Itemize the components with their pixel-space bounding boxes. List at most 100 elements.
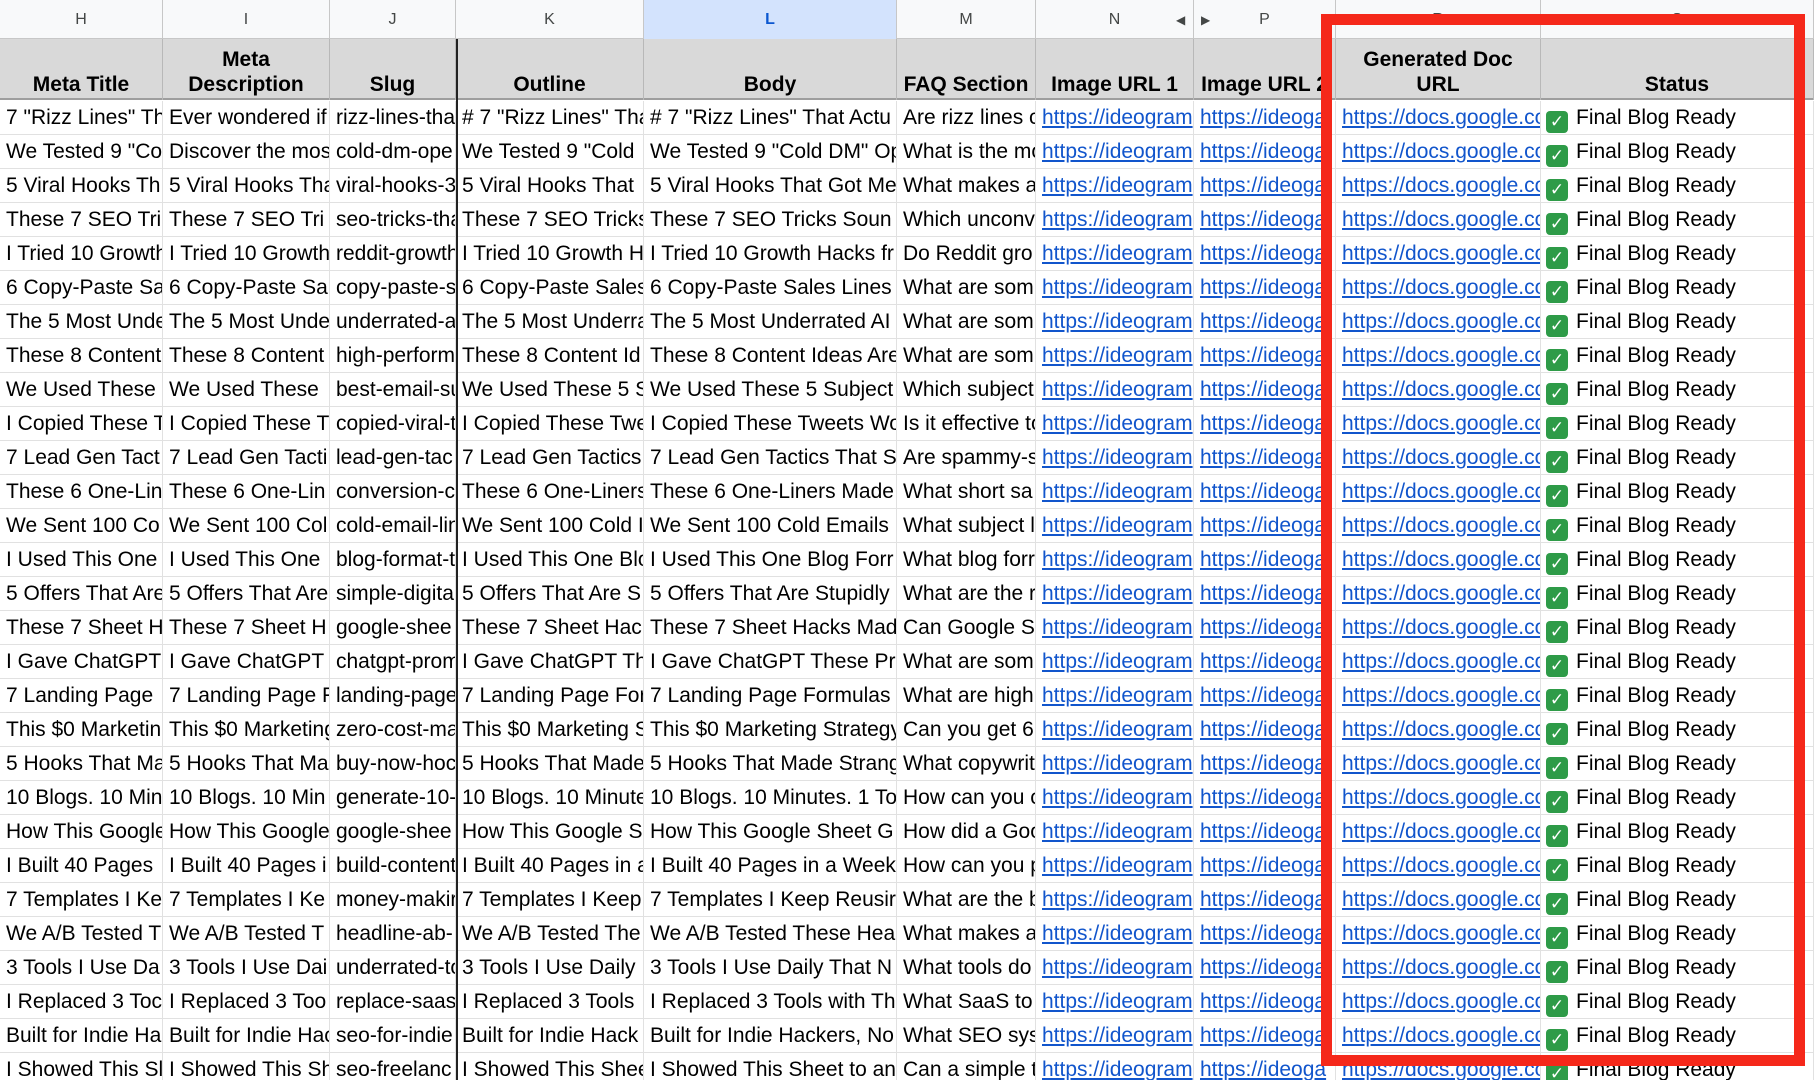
cell[interactable]: I Replaced 3 Tools with Th — [644, 985, 897, 1019]
cell[interactable]: The 5 Most Unde — [0, 305, 163, 339]
link-cell[interactable]: https://ideogram — [1036, 373, 1194, 407]
status-cell[interactable]: ✓ Final Blog Ready — [1541, 747, 1814, 781]
cell[interactable]: These 7 SEO Tri — [163, 203, 330, 237]
column-letter-h[interactable]: H — [0, 0, 163, 39]
cell[interactable]: 5 Offers That Are Stupidly — [644, 577, 897, 611]
cell[interactable]: What is the mo — [897, 135, 1036, 169]
cell[interactable]: I Built 40 Pages in a — [456, 849, 644, 883]
link-cell[interactable]: https://docs.google.co — [1336, 1053, 1541, 1080]
link-cell[interactable]: https://ideogram — [1036, 849, 1194, 883]
cell[interactable]: Built for Indie Hac — [163, 1019, 330, 1053]
cell[interactable]: Discover the mos — [163, 135, 330, 169]
cell[interactable]: I Built 40 Pages — [0, 849, 163, 883]
cell[interactable]: These 7 Sheet H — [0, 611, 163, 645]
cell[interactable]: Ever wondered if — [163, 101, 330, 135]
status-cell[interactable]: ✓ Final Blog Ready — [1541, 781, 1814, 815]
cell[interactable]: # 7 "Rizz Lines" That Actu — [644, 101, 897, 135]
link-cell[interactable]: https://ideoga — [1194, 883, 1336, 917]
status-cell[interactable]: ✓ Final Blog Ready — [1541, 611, 1814, 645]
cell[interactable]: chatgpt-prom — [330, 645, 456, 679]
link-cell[interactable]: https://ideoga — [1194, 509, 1336, 543]
cell[interactable]: viral-hooks-3 — [330, 169, 456, 203]
header-image-url-2[interactable]: Image URL 2 — [1194, 39, 1336, 100]
column-letter-r[interactable]: R — [1336, 0, 1541, 39]
link-cell[interactable]: https://ideoga — [1194, 543, 1336, 577]
link-cell[interactable]: https://ideogram — [1036, 951, 1194, 985]
link-cell[interactable]: https://docs.google.co — [1336, 577, 1541, 611]
status-cell[interactable]: ✓ Final Blog Ready — [1541, 883, 1814, 917]
cell[interactable]: What short sa — [897, 475, 1036, 509]
cell[interactable]: copy-paste-s — [330, 271, 456, 305]
cell[interactable]: zero-cost-ma — [330, 713, 456, 747]
cell[interactable]: I Replaced 3 Too — [163, 985, 330, 1019]
cell[interactable]: What are som — [897, 271, 1036, 305]
cell[interactable]: 5 Viral Hooks Th — [0, 169, 163, 203]
link-cell[interactable]: https://ideogram — [1036, 611, 1194, 645]
link-cell[interactable]: https://ideogram — [1036, 781, 1194, 815]
link-cell[interactable]: https://ideogram — [1036, 407, 1194, 441]
cell[interactable]: I Used This One — [163, 543, 330, 577]
cell[interactable]: 5 Viral Hooks That — [456, 169, 644, 203]
cell[interactable]: simple-digita — [330, 577, 456, 611]
cell[interactable]: seo-for-indie — [330, 1019, 456, 1053]
cell[interactable]: 3 Tools I Use Dai — [163, 951, 330, 985]
cell[interactable]: What are the r — [897, 577, 1036, 611]
cell[interactable]: What are high — [897, 679, 1036, 713]
link-cell[interactable]: https://ideoga — [1194, 985, 1336, 1019]
link-cell[interactable]: https://docs.google.co — [1336, 101, 1541, 135]
cell[interactable]: I Showed This Shee — [456, 1053, 644, 1080]
cell[interactable]: 7 Templates I Ke — [163, 883, 330, 917]
header-body[interactable]: Body — [644, 39, 897, 100]
status-cell[interactable]: ✓ Final Blog Ready — [1541, 577, 1814, 611]
link-cell[interactable]: https://docs.google.co — [1336, 611, 1541, 645]
link-cell[interactable]: https://docs.google.co — [1336, 169, 1541, 203]
link-cell[interactable]: https://ideoga — [1194, 373, 1336, 407]
link-cell[interactable]: https://ideoga — [1194, 237, 1336, 271]
link-cell[interactable]: https://ideoga — [1194, 1053, 1336, 1080]
link-cell[interactable]: https://ideogram — [1036, 475, 1194, 509]
cell[interactable]: I Copied These Twe — [456, 407, 644, 441]
cell[interactable]: The 5 Most Underrated AI — [644, 305, 897, 339]
link-cell[interactable]: https://ideoga — [1194, 475, 1336, 509]
cell[interactable]: Can you get 6 — [897, 713, 1036, 747]
link-cell[interactable]: https://ideoga — [1194, 611, 1336, 645]
cell[interactable]: These 6 One-Lin — [0, 475, 163, 509]
cell[interactable]: These 8 Content — [163, 339, 330, 373]
cell[interactable]: This $0 Marketing — [163, 713, 330, 747]
status-cell[interactable]: ✓ Final Blog Ready — [1541, 985, 1814, 1019]
status-cell[interactable]: ✓ Final Blog Ready — [1541, 203, 1814, 237]
status-cell[interactable]: ✓ Final Blog Ready — [1541, 951, 1814, 985]
cell[interactable]: These 6 One-Lin — [163, 475, 330, 509]
column-letter-k[interactable]: K — [456, 0, 644, 39]
link-cell[interactable]: https://docs.google.co — [1336, 509, 1541, 543]
cell[interactable]: seo-freelanc — [330, 1053, 456, 1080]
cell[interactable]: 5 Offers That Are S — [456, 577, 644, 611]
link-cell[interactable]: https://ideogram — [1036, 169, 1194, 203]
cell[interactable]: Which subject — [897, 373, 1036, 407]
cell[interactable]: I Showed This Sheet to an — [644, 1053, 897, 1080]
link-cell[interactable]: https://docs.google.co — [1336, 203, 1541, 237]
link-cell[interactable]: https://ideoga — [1194, 917, 1336, 951]
cell[interactable]: We Sent 100 Co — [0, 509, 163, 543]
cell[interactable]: These 7 Sheet Hac — [456, 611, 644, 645]
cell[interactable]: I Copied These T — [163, 407, 330, 441]
link-cell[interactable]: https://ideoga — [1194, 339, 1336, 373]
link-cell[interactable]: https://ideogram — [1036, 339, 1194, 373]
cell[interactable]: underrated-a — [330, 305, 456, 339]
header-image-url-1[interactable]: Image URL 1 — [1036, 39, 1194, 100]
cell[interactable]: 10 Blogs. 10 Minute — [456, 781, 644, 815]
header-generated-doc-url[interactable]: Generated Doc URL — [1336, 39, 1541, 100]
status-cell[interactable]: ✓ Final Blog Ready — [1541, 1019, 1814, 1053]
cell[interactable]: replace-saas — [330, 985, 456, 1019]
cell[interactable]: 7 Landing Page — [0, 679, 163, 713]
cell[interactable]: money-makir — [330, 883, 456, 917]
cell[interactable]: Are spammy-s — [897, 441, 1036, 475]
link-cell[interactable]: https://ideogram — [1036, 577, 1194, 611]
cell[interactable]: What are som — [897, 339, 1036, 373]
cell[interactable]: Built for Indie Ha — [0, 1019, 163, 1053]
cell[interactable]: This $0 Marketing Strategy — [644, 713, 897, 747]
cell[interactable]: We A/B Tested The — [456, 917, 644, 951]
cell[interactable]: We Sent 100 Cold I — [456, 509, 644, 543]
cell[interactable]: 7 Landing Page Formulas — [644, 679, 897, 713]
cell[interactable]: 3 Tools I Use Daily That N — [644, 951, 897, 985]
